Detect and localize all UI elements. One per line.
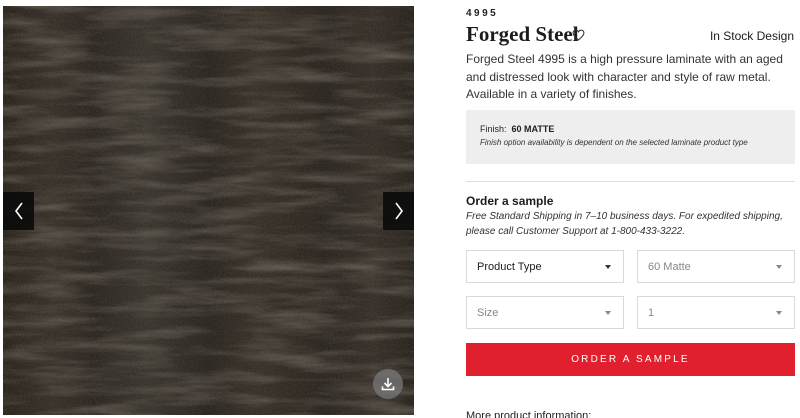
next-image-button[interactable] [383,192,414,230]
product-title: Forged Steel [466,22,579,46]
product-type-select[interactable]: Product Type [466,250,624,283]
order-sample-heading: Order a sample [466,194,554,208]
availability-status: In Stock Design [709,29,794,43]
previous-image-button[interactable] [3,192,34,230]
quantity-select-value: 1 [648,306,655,319]
size-select-value: Size [477,306,499,319]
caret-down-icon [605,310,611,315]
chevron-right-icon [394,202,403,220]
product-details-panel: 4995 Forged Steel In Stock Design Forged… [466,0,796,418]
product-type-select-value: Product Type [477,260,542,273]
size-select[interactable]: Size [466,296,624,329]
download-image-button[interactable] [373,369,403,399]
product-swatch-image [3,6,414,415]
chevron-left-icon [14,202,23,220]
product-sku: 4995 [466,8,499,19]
more-product-info-heading: More product information: [466,410,592,418]
download-icon [381,378,395,391]
caret-down-icon [776,264,782,269]
heart-icon[interactable] [572,29,585,41]
caret-down-icon [776,310,782,315]
finish-note: Finish option availability is dependent … [480,138,748,147]
finish-info-box: Finish: 60 MATTE Finish option availabili… [466,110,795,164]
shipping-note: Free Standard Shipping in 7–10 business … [466,211,783,237]
order-sample-button[interactable]: ORDER A SAMPLE [466,343,795,376]
finish-line: Finish: 60 MATTE [480,124,795,134]
finish-value: 60 MATTE [511,124,555,134]
quantity-select[interactable]: 1 [637,296,795,329]
product-image-gallery [3,6,414,415]
finish-select[interactable]: 60 Matte [637,250,795,283]
caret-down-icon [605,264,611,269]
finish-select-value: 60 Matte [648,260,691,273]
product-description: Forged Steel 4995 is a high pressure lam… [466,52,783,101]
section-divider [466,181,795,182]
finish-label: Finish: [480,124,507,134]
